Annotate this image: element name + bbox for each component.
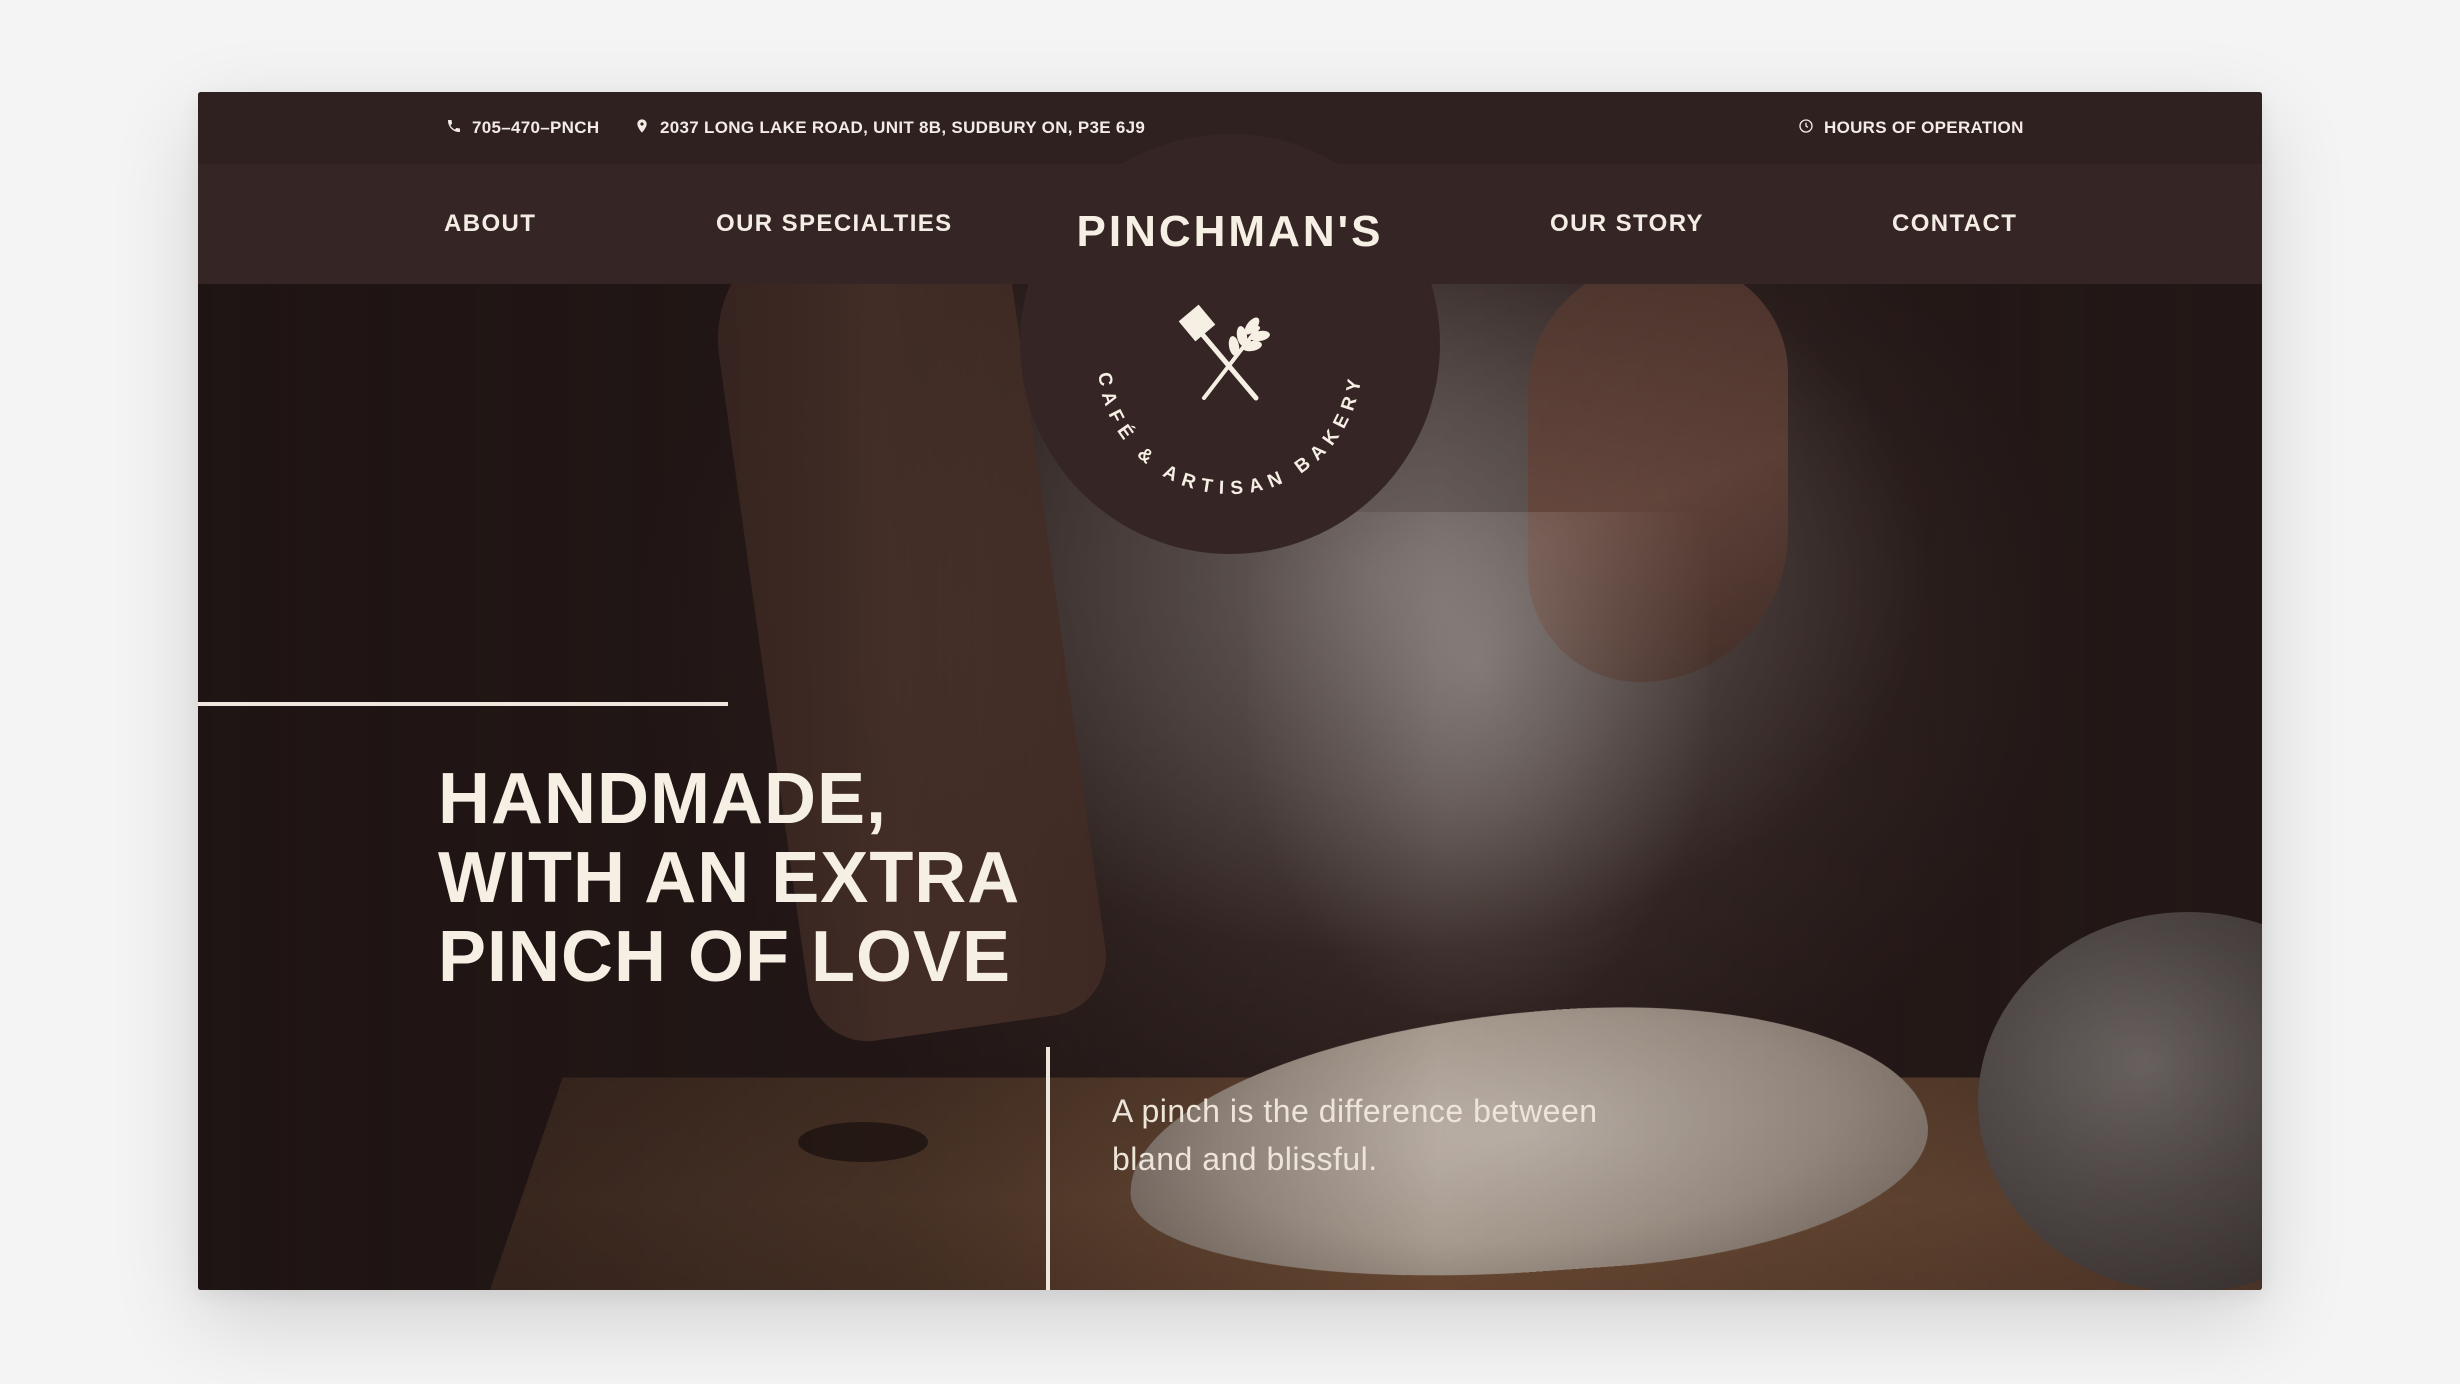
nav-about[interactable]: ABOUT [444,164,536,284]
nav-contact[interactable]: CONTACT [1892,164,2017,284]
hours-label: HOURS OF OPERATION [1824,118,2024,137]
address-link[interactable]: 2037 LONG LAKE ROAD, UNIT 8B, SUDBURY ON… [634,92,1145,164]
clock-icon [1798,118,1814,139]
accent-rule-horizontal [198,702,728,706]
map-pin-icon [634,118,650,139]
phone-number: 705–470–PNCH [472,118,600,137]
headline-line: PINCH OF LOVE [438,917,1012,997]
phone-icon [446,118,462,139]
phone-link[interactable]: 705–470–PNCH [446,92,599,164]
tagline-line: A pinch is the difference between [1112,1093,1598,1129]
address-text: 2037 LONG LAKE ROAD, UNIT 8B, SUDBURY ON… [660,118,1146,137]
hero-headline: HANDMADE, WITH AN EXTRA PINCH OF LOVE [438,760,1238,997]
headline-line: HANDMADE, [438,759,887,839]
shovel-icon [1178,304,1259,401]
hero-tagline: A pinch is the difference between bland … [1112,1087,1672,1183]
nav-our-story[interactable]: OUR STORY [1550,164,1704,284]
tagline-line: bland and blissful. [1112,1141,1378,1177]
accent-rule-vertical [1046,1047,1050,1290]
wheat-icon [1202,317,1270,400]
nav-our-specialties[interactable]: OUR SPECIALTIES [716,164,953,284]
site-frame: 705–470–PNCH 2037 LONG LAKE ROAD, UNIT 8… [198,92,2262,1290]
hours-link[interactable]: HOURS OF OPERATION [1798,92,2024,164]
logo-name: PINCHMAN'S [1077,207,1384,256]
site-logo[interactable]: PINCHMAN'S CAFÉ & ARTISAN BAKERY [1020,192,1440,512]
headline-line: WITH AN EXTRA [438,838,1021,918]
logo-arc-text: CAFÉ & ARTISAN BAKERY [1093,371,1367,500]
